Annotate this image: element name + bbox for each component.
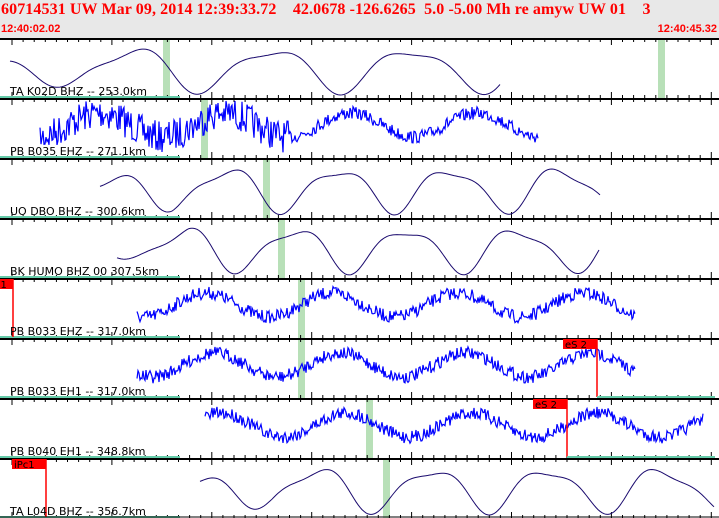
waveform-trace xyxy=(204,405,704,445)
channel-panel[interactable]: BK HUMO BHZ 00 307.5km xyxy=(0,218,719,278)
channel-label: BK HUMO BHZ 00 307.5km xyxy=(10,265,159,278)
channel-label: PB B040 EH1 -- 348.8km xyxy=(10,445,145,458)
channel-panel[interactable]: UO DBO BHZ -- 300.6km xyxy=(0,158,719,218)
waveform-trace xyxy=(99,168,601,216)
waveform-trace xyxy=(116,227,600,276)
channel-panel[interactable]: TA K02D BHZ -- 253.0km xyxy=(0,38,719,98)
phase-window xyxy=(278,219,285,278)
event-title: 60714531 UW Mar 09, 2014 12:39:33.72 42.… xyxy=(1,1,651,18)
channel-panel[interactable]: c1 PB B033 EHZ -- 317.0km xyxy=(0,278,719,338)
channel-panel[interactable]: eS 2 PB B033 EH1 -- 317.0km xyxy=(0,338,719,398)
phase-window xyxy=(263,159,270,218)
time-end: 12:40:45.32 xyxy=(657,23,717,35)
channel-panel[interactable]: PB B035 EHZ -- 271.1km xyxy=(0,98,719,158)
channel-panel[interactable]: iPc1 TA L04D BHZ -- 356.7km xyxy=(0,458,719,518)
pick-label: eS 2 xyxy=(535,400,557,411)
channel-label: TA L04D BHZ -- 356.7km xyxy=(9,505,146,518)
channel-label: UO DBO BHZ -- 300.6km xyxy=(10,205,145,218)
pick-label: eS 2 xyxy=(565,340,587,351)
waveform-trace xyxy=(136,284,636,324)
waveform-trace xyxy=(136,344,636,384)
pick-label: c1 xyxy=(0,280,7,291)
channel-panel[interactable]: eS 2 PB B040 EH1 -- 348.8km xyxy=(0,398,719,458)
channel-label: PB B033 EH1 -- 317.0km xyxy=(10,385,145,398)
waveform-trace xyxy=(199,468,715,516)
channel-label: TA K02D BHZ -- 253.0km xyxy=(9,85,147,98)
phase-window xyxy=(383,459,390,518)
phase-window xyxy=(366,399,373,458)
event-header: 60714531 UW Mar 09, 2014 12:39:33.72 42.… xyxy=(0,0,719,39)
channel-label: PB B035 EHZ -- 271.1km xyxy=(10,145,146,158)
phase-window xyxy=(658,39,665,98)
time-start: 12:40:02.02 xyxy=(1,23,61,35)
pick-label: iPc1 xyxy=(14,460,35,471)
seismogram-panels[interactable]: TA K02D BHZ -- 253.0km PB B035 EHZ -- 271… xyxy=(0,38,719,518)
channel-label: PB B033 EHZ -- 317.0km xyxy=(10,325,146,338)
